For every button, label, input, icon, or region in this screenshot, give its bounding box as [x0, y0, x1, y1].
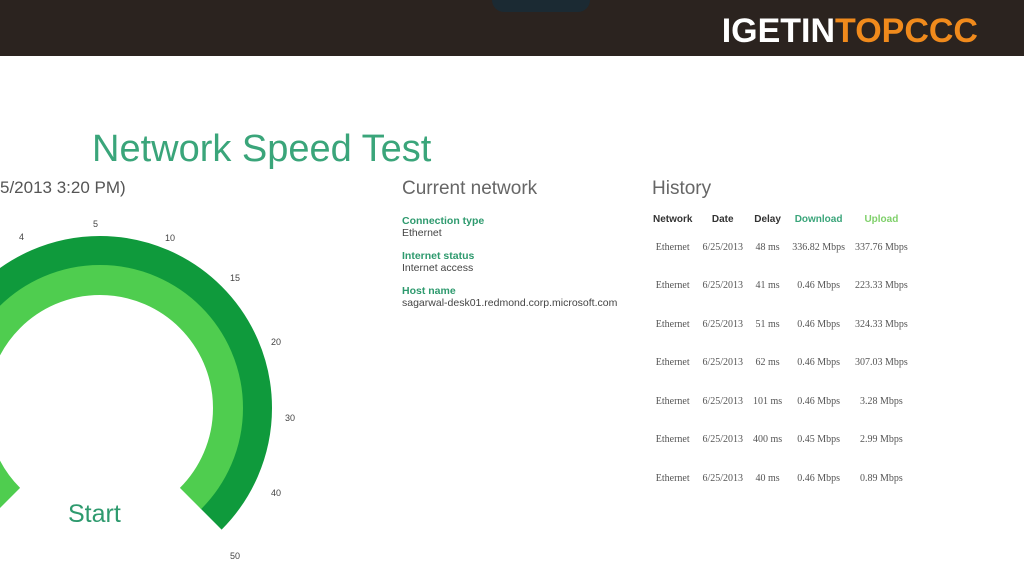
history-cell-download: 0.46 Mbps	[797, 472, 840, 484]
history-cell-network: Ethernet	[655, 241, 690, 253]
internet-status-value: Internet access	[402, 262, 474, 274]
history-cell-network: Ethernet	[655, 472, 690, 484]
gauge-tick-label: 30	[285, 413, 296, 423]
connection-type-label: Connection type	[402, 215, 485, 227]
current-network-panel: Connection type Ethernet Internet status…	[402, 212, 617, 320]
logo-text-2: TOPCCC	[835, 12, 978, 50]
history-cell-upload: 324.33 Mbps	[854, 318, 908, 330]
camera-notch	[492, 0, 590, 12]
history-cell-network: Ethernet	[655, 318, 690, 330]
history-row: Ethernet 6/25/2013 41 ms 0.46 Mbps 223.33 Mb…	[648, 267, 913, 306]
gauge-tick-label: 15	[230, 273, 241, 283]
history-cell-network: Ethernet	[655, 395, 690, 407]
history-row: Ethernet 6/25/2013 400 ms 0.45 Mbps 2.99 Mbp…	[648, 421, 913, 460]
history-cell-upload: 0.89 Mbps	[859, 472, 903, 484]
history-cell-delay: 101 ms	[753, 395, 783, 407]
history-cell-download: 336.82 Mbps	[792, 241, 845, 253]
history-cell-upload: 2.99 Mbps	[859, 434, 903, 446]
history-cell-date: 6/25/2013	[702, 472, 744, 484]
host-name-label: Host name	[402, 285, 456, 297]
history-heading: History	[652, 178, 712, 199]
col-network: Network	[653, 213, 693, 225]
history-cell-upload: 3.28 Mbps	[859, 395, 903, 407]
col-upload: Upload	[864, 213, 899, 225]
history-cell-network: Ethernet	[655, 280, 690, 292]
start-button[interactable]: Start	[68, 500, 121, 529]
gauge-tick-label: 40	[271, 488, 282, 498]
history-cell-delay: 41 ms	[755, 280, 780, 292]
history-cell-date: 6/25/2013	[702, 318, 744, 330]
logo-text-1: IGETIN	[721, 12, 836, 50]
history-cell-download: 0.46 Mbps	[797, 318, 840, 330]
history-cell-download: 0.46 Mbps	[797, 395, 840, 407]
current-network-heading: Current network	[402, 178, 538, 199]
history-cell-upload: 223.33 Mbps	[854, 280, 908, 292]
history-cell-network: Ethernet	[655, 434, 690, 446]
history-cell-date: 6/25/2013	[702, 395, 744, 407]
col-delay: Delay	[754, 213, 781, 225]
history-cell-delay: 48 ms	[755, 241, 780, 253]
history-row: Ethernet 6/25/2013 48 ms 336.82 Mbps 337.76 …	[648, 228, 913, 267]
gauge-inner-arc	[0, 265, 243, 510]
history-cell-network: Ethernet	[655, 357, 690, 369]
gauge-tick-label: 20	[271, 337, 282, 347]
history-cell-download: 0.46 Mbps	[797, 357, 840, 369]
history-cell-delay: 62 ms	[755, 357, 780, 369]
history-cell-date: 6/25/2013	[702, 280, 744, 292]
history-cell-delay: 51 ms	[755, 318, 780, 330]
gauge-tick-label: 4	[19, 232, 25, 242]
gauge-tick-label: 5	[93, 219, 99, 229]
gauge-tick-label: 50	[230, 551, 241, 561]
history-header-row: Network Date Delay Download Upload	[648, 210, 913, 228]
history-cell-date: 6/25/2013	[702, 241, 744, 253]
col-date: Date	[711, 213, 734, 225]
history-row: Ethernet 6/25/2013 51 ms 0.46 Mbps 324.33 Mb…	[648, 305, 913, 344]
history-cell-date: 6/25/2013	[702, 434, 744, 446]
history-cell-download: 0.45 Mbps	[797, 434, 840, 446]
history-cell-download: 0.46 Mbps	[797, 280, 840, 292]
history-cell-delay: 40 ms	[755, 472, 780, 484]
history-cell-date: 6/25/2013	[702, 357, 744, 369]
col-download: Download	[794, 213, 843, 225]
connection-type-value: Ethernet	[402, 227, 442, 239]
internet-status-label: Internet status	[402, 250, 475, 262]
history-cell-delay: 400 ms	[753, 434, 783, 446]
history-row: Ethernet 6/25/2013 40 ms 0.46 Mbps 0.89 Mbps	[648, 459, 913, 498]
history-table: Network Date Delay Download Upload Ether…	[648, 210, 913, 498]
history-cell-upload: 307.03 Mbps	[854, 357, 908, 369]
history-row: Ethernet 6/25/2013 101 ms 0.46 Mbps 3.28 Mbp…	[648, 382, 913, 421]
host-name-value: sagarwal-desk01.redmond.corp.microsoft.c…	[402, 297, 618, 309]
gauge-tick-label: 10	[165, 233, 176, 243]
watermark-logo: IGETINTOPCCC	[722, 12, 978, 51]
history-cell-upload: 337.76 Mbps	[854, 241, 908, 253]
history-row: Ethernet 6/25/2013 62 ms 0.46 Mbps 307.03 Mb…	[648, 344, 913, 383]
